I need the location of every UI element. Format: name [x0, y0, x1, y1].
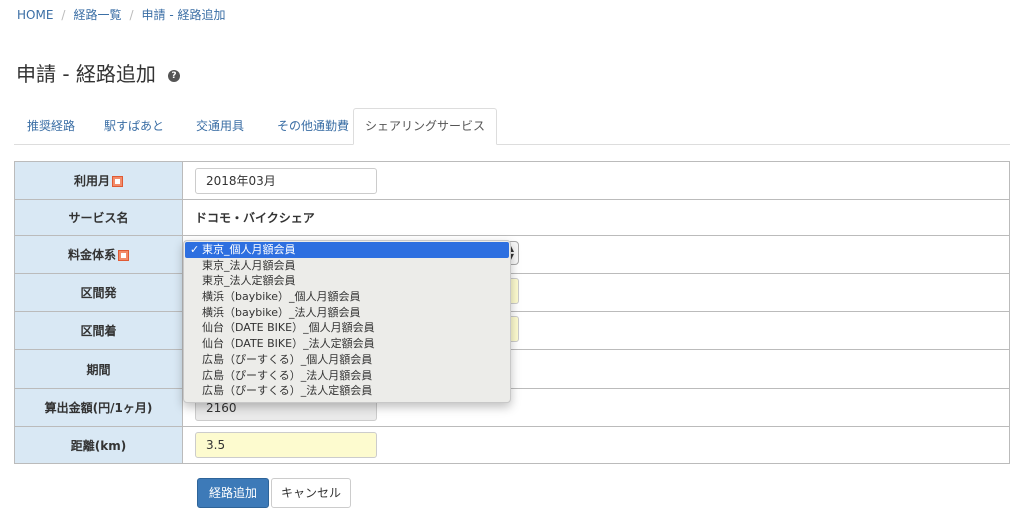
required-icon	[112, 176, 123, 187]
page-title: 申請 - 経路追加	[16, 62, 156, 86]
breadcrumb-route-list-link[interactable]: 経路一覧	[73, 8, 121, 22]
row-period: 期間	[14, 349, 1010, 389]
usage-month-value-cell: 2018年03月	[182, 161, 1010, 200]
tab-bar: 推奨経路 駅すぱあと 交通用具 その他通勤費 シェアリングサービス	[14, 108, 1010, 145]
tab-sharing-service[interactable]: シェアリングサービス	[353, 108, 497, 145]
service-name-value-cell: ドコモ・バイクシェア	[182, 199, 1010, 236]
fee-option[interactable]: 仙台（DATE BIKE）_個人月額会員	[184, 320, 510, 336]
tab-recommended-route[interactable]: 推奨経路	[14, 109, 88, 143]
add-route-button[interactable]: 経路追加	[197, 478, 269, 508]
distance-label: 距離(km)	[70, 438, 127, 453]
page-title-container: 申請 - 経路追加?	[16, 58, 180, 87]
row-fee-system: 料金体系 ▲▼	[14, 235, 1010, 274]
distance-input[interactable]: 3.5	[195, 432, 377, 458]
fee-system-dropdown: ✓ 東京_個人月額会員 東京_法人月額会員 東京_法人定額会員 横浜（baybik…	[183, 240, 511, 403]
row-usage-month: 利用月 2018年03月	[14, 161, 1010, 200]
row-amount: 算出金額(円/1ヶ月) 2160	[14, 388, 1010, 427]
usage-month-label-cell: 利用月	[14, 161, 183, 200]
fee-system-label: 料金体系	[67, 248, 116, 262]
help-icon[interactable]: ?	[167, 69, 180, 82]
usage-month-label: 利用月	[73, 174, 110, 188]
route-form: 利用月 2018年03月 サービス名 ドコモ・バイクシェア 料金体系 ▲▼ 区間…	[14, 161, 1010, 464]
distance-label-cell: 距離(km)	[14, 426, 183, 464]
breadcrumb-home-link[interactable]: HOME	[17, 8, 53, 22]
service-name-value: ドコモ・バイクシェア	[195, 211, 315, 225]
fee-option[interactable]: ✓ 東京_個人月額会員	[185, 242, 509, 258]
fee-option[interactable]: 広島（ぴーすくる）_個人月額会員	[184, 352, 510, 368]
section-from-label: 区間発	[80, 286, 117, 300]
service-name-label-cell: サービス名	[14, 199, 183, 236]
row-service-name: サービス名 ドコモ・バイクシェア	[14, 199, 1010, 236]
fee-option[interactable]: 東京_法人月額会員	[184, 258, 510, 274]
fee-option[interactable]: 広島（ぴーすくる）_法人月額会員	[184, 368, 510, 384]
fee-option[interactable]: 仙台（DATE BIKE）_法人定額会員	[184, 336, 510, 352]
distance-value-cell: 3.5	[182, 426, 1010, 464]
fee-option[interactable]: 横浜（baybike）_法人月額会員	[184, 305, 510, 321]
section-to-label: 区間着	[80, 324, 117, 338]
row-section-from: 区間発	[14, 273, 1010, 312]
amount-label-cell: 算出金額(円/1ヶ月)	[14, 388, 183, 427]
row-distance: 距離(km) 3.5	[14, 426, 1010, 464]
tab-transport-tools[interactable]: 交通用具	[180, 109, 260, 143]
service-name-label: サービス名	[68, 211, 129, 225]
section-from-label-cell: 区間発	[14, 273, 183, 312]
tab-ekispert[interactable]: 駅すぱあと	[92, 109, 176, 143]
cancel-button[interactable]: キャンセル	[271, 478, 351, 508]
fee-option[interactable]: 東京_法人定額会員	[184, 273, 510, 289]
section-to-label-cell: 区間着	[14, 311, 183, 350]
period-label-cell: 期間	[14, 349, 183, 389]
tab-other-commute[interactable]: その他通勤費	[264, 109, 362, 143]
period-label: 期間	[86, 362, 111, 377]
usage-month-input[interactable]: 2018年03月	[195, 167, 377, 194]
breadcrumb: HOME / 経路一覧 / 申請 - 経路追加	[17, 8, 226, 22]
fee-system-label-cell: 料金体系	[14, 235, 183, 274]
row-section-to: 区間着	[14, 311, 1010, 350]
checkmark-icon: ✓	[190, 243, 200, 256]
fee-option[interactable]: 広島（ぴーすくる）_法人定額会員	[184, 383, 510, 399]
breadcrumb-current[interactable]: 申請 - 経路追加	[142, 8, 226, 22]
amount-label: 算出金額(円/1ヶ月)	[44, 401, 153, 415]
required-icon	[118, 250, 129, 261]
fee-option[interactable]: 横浜（baybike）_個人月額会員	[184, 289, 510, 305]
